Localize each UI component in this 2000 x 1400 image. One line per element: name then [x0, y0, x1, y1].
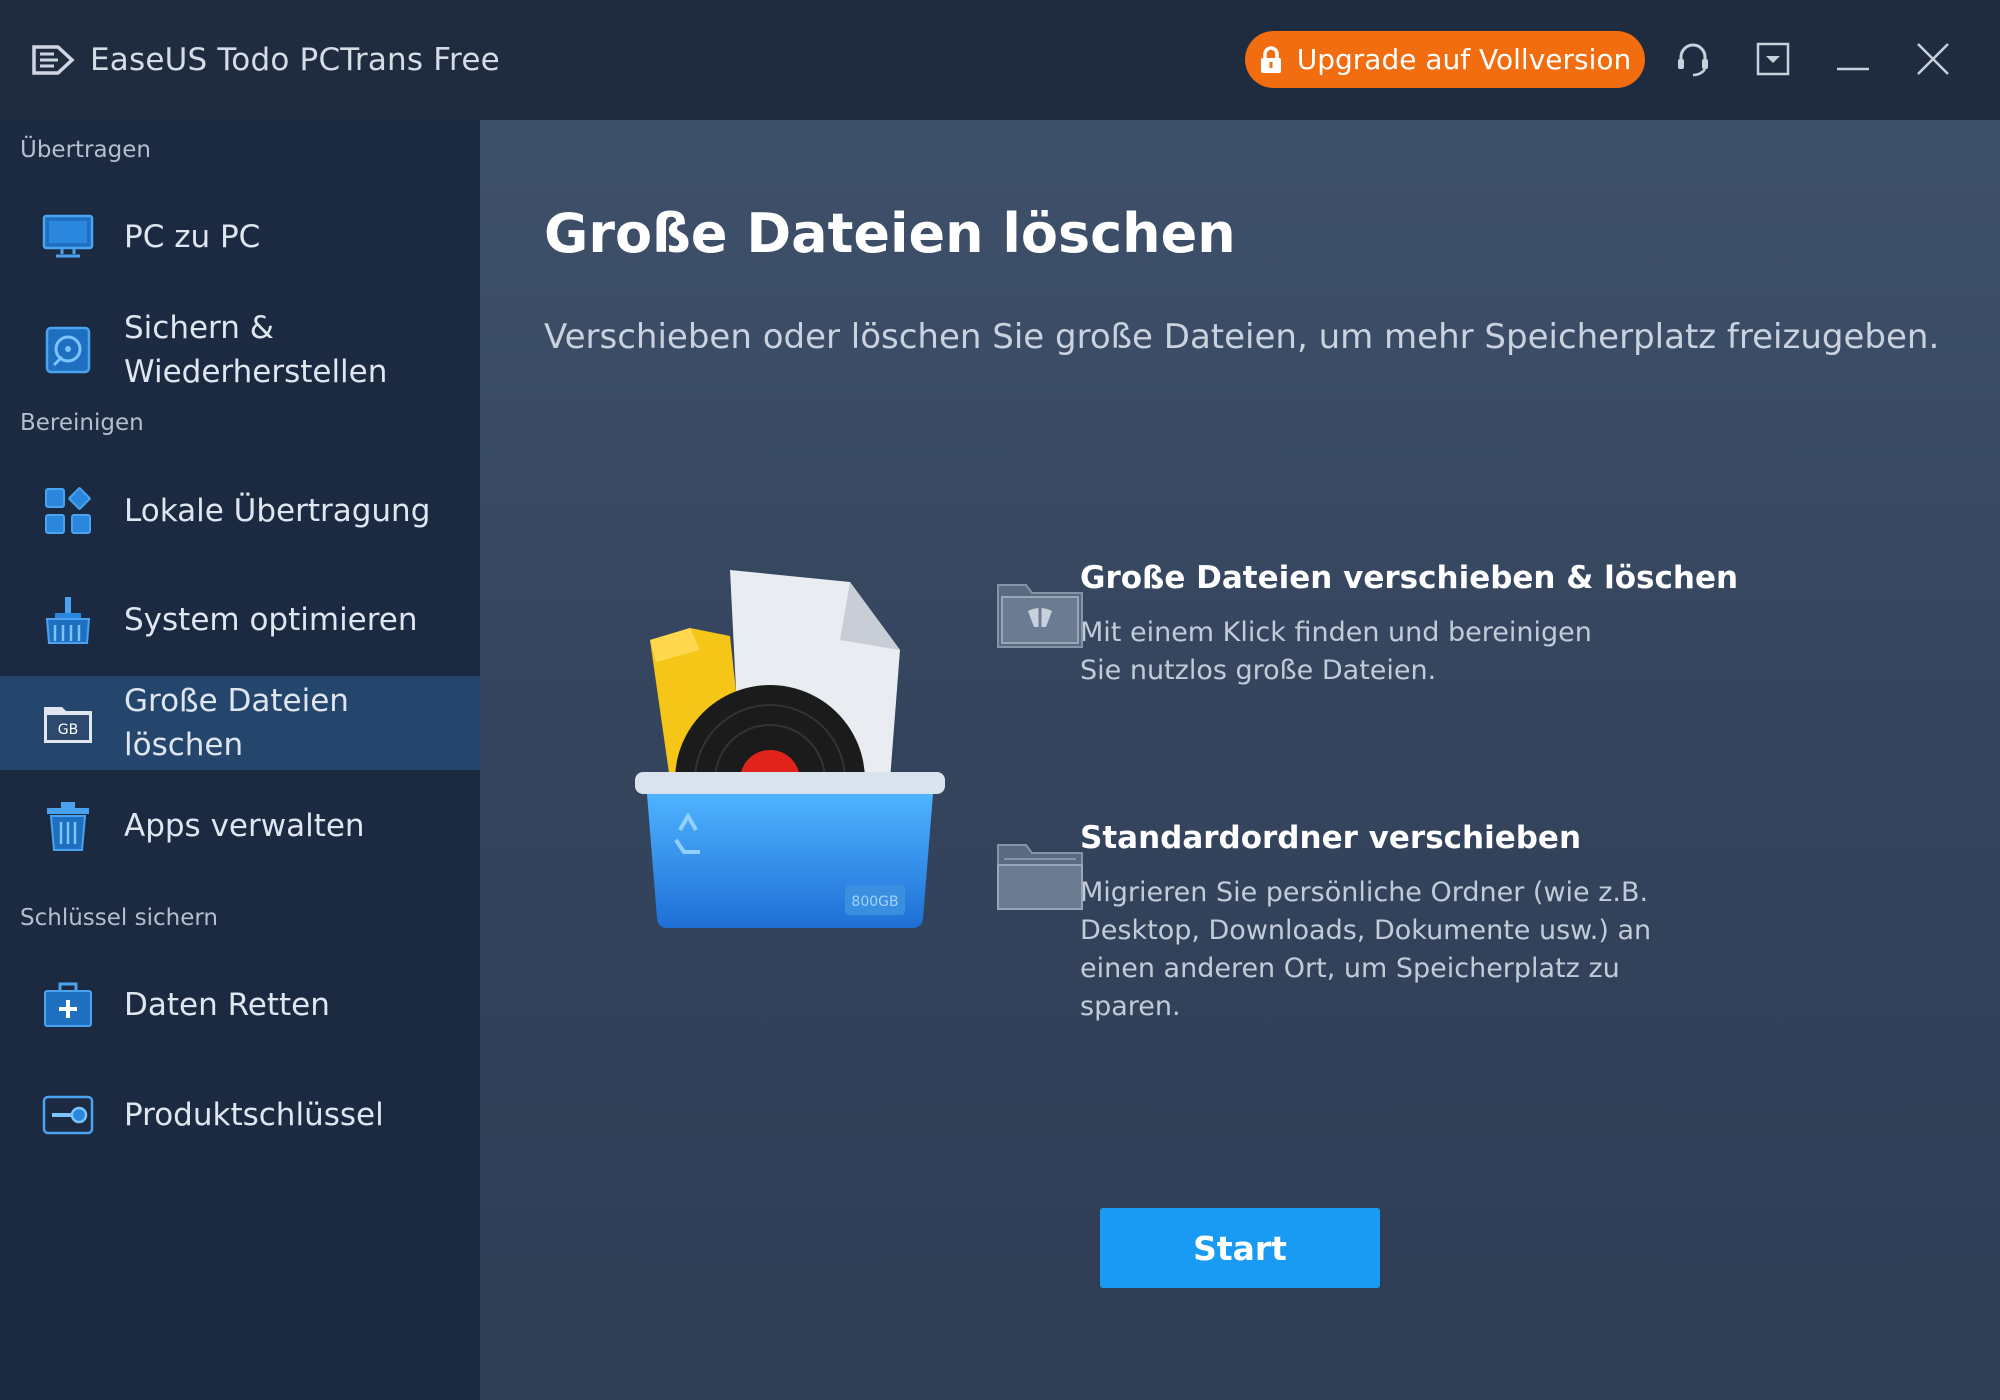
sidebar-item-produktschluessel[interactable]: Produktschlüssel: [0, 1060, 480, 1170]
sidebar-item-label: Apps verwalten: [124, 808, 365, 844]
feature-desc: Migrieren Sie persönliche Ordner (wie z.…: [1080, 877, 1652, 1022]
gb-folder-icon: GB: [42, 697, 94, 749]
trash-icon: [42, 800, 94, 852]
feature-title: Große Dateien verschieben & löschen: [1080, 560, 1739, 596]
sidebar-item-label: Große Dateien löschen: [124, 683, 349, 763]
broom-icon: [42, 594, 94, 646]
brand: EaseUS Todo PCTrans Free: [30, 42, 500, 78]
page-title: Große Dateien löschen: [544, 202, 1236, 265]
key-icon: [42, 1089, 94, 1141]
section-label-bereinigen: Bereinigen: [20, 410, 144, 436]
sidebar-item-label: Daten Retten: [124, 987, 330, 1023]
sidebar-item-label: System optimieren: [124, 602, 418, 638]
app-title: EaseUS Todo PCTrans Free: [90, 42, 500, 78]
sidebar-item-pc-zu-pc[interactable]: PC zu PC: [0, 184, 480, 290]
illustration-badge: 800GB: [851, 894, 898, 910]
section-label-schluessel: Schlüssel sichern: [20, 905, 218, 931]
sidebar-item-lokale-uebertragung[interactable]: Lokale Übertragung: [0, 458, 480, 564]
main-panel: Große Dateien löschen Verschieben oder l…: [480, 120, 2000, 1400]
sidebar-item-apps-verwalten[interactable]: Apps verwalten: [0, 770, 480, 882]
minimize-icon[interactable]: [1830, 36, 1876, 82]
sidebar-item-grosse-dateien[interactable]: GB Große Dateien löschen: [0, 676, 480, 770]
first-aid-icon: [42, 979, 94, 1031]
folder-icon: [997, 844, 1083, 910]
start-button[interactable]: Start: [1100, 1208, 1380, 1288]
folder-blade-icon: [997, 584, 1083, 648]
easeus-logo-icon: [32, 45, 75, 75]
feature-move-default-folders: Standardordner verschieben Migrieren Sie…: [997, 820, 1960, 1026]
sidebar-item-system-optimieren[interactable]: System optimieren: [0, 564, 480, 676]
sidebar-item-label: Sichern & Wiederherstellen: [124, 310, 388, 390]
support-headset-icon[interactable]: [1670, 36, 1716, 82]
sidebar-item-label: Lokale Übertragung: [124, 493, 431, 529]
feature-move-delete: Große Dateien verschieben & löschen Mit …: [997, 560, 1960, 690]
sidebar: Übertragen PC zu PC Sichern & Wiederhers…: [0, 120, 480, 1400]
sidebar-item-sichern[interactable]: Sichern & Wiederherstellen: [0, 290, 480, 410]
sidebar-item-daten-retten[interactable]: Daten Retten: [0, 950, 480, 1060]
upgrade-label: Upgrade auf Vollversion: [1296, 43, 1632, 76]
page-subtitle: Verschieben oder löschen Sie große Datei…: [544, 317, 1940, 357]
title-bar: EaseUS Todo PCTrans Free Upgrade auf Vol…: [0, 0, 2000, 120]
svg-text:GB: GB: [58, 722, 78, 738]
monitor-icon: [42, 211, 94, 263]
feature-title: Standardordner verschieben: [1080, 820, 1582, 856]
sidebar-item-label: PC zu PC: [124, 219, 261, 255]
section-label-uebertragen: Übertragen: [20, 137, 151, 163]
lock-icon: [1260, 45, 1281, 73]
menu-dropdown-icon[interactable]: [1750, 36, 1796, 82]
upgrade-button[interactable]: Upgrade auf Vollversion: [1245, 31, 1645, 88]
recycle-bin-illustration: 800GB: [635, 570, 945, 928]
apps-grid-icon: [42, 485, 94, 537]
feature-desc: Mit einem Klick finden und bereinigen Si…: [1080, 617, 1592, 686]
backup-disk-icon: [42, 324, 94, 376]
close-icon[interactable]: [1910, 36, 1956, 82]
sidebar-item-label: Produktschlüssel: [124, 1097, 384, 1133]
